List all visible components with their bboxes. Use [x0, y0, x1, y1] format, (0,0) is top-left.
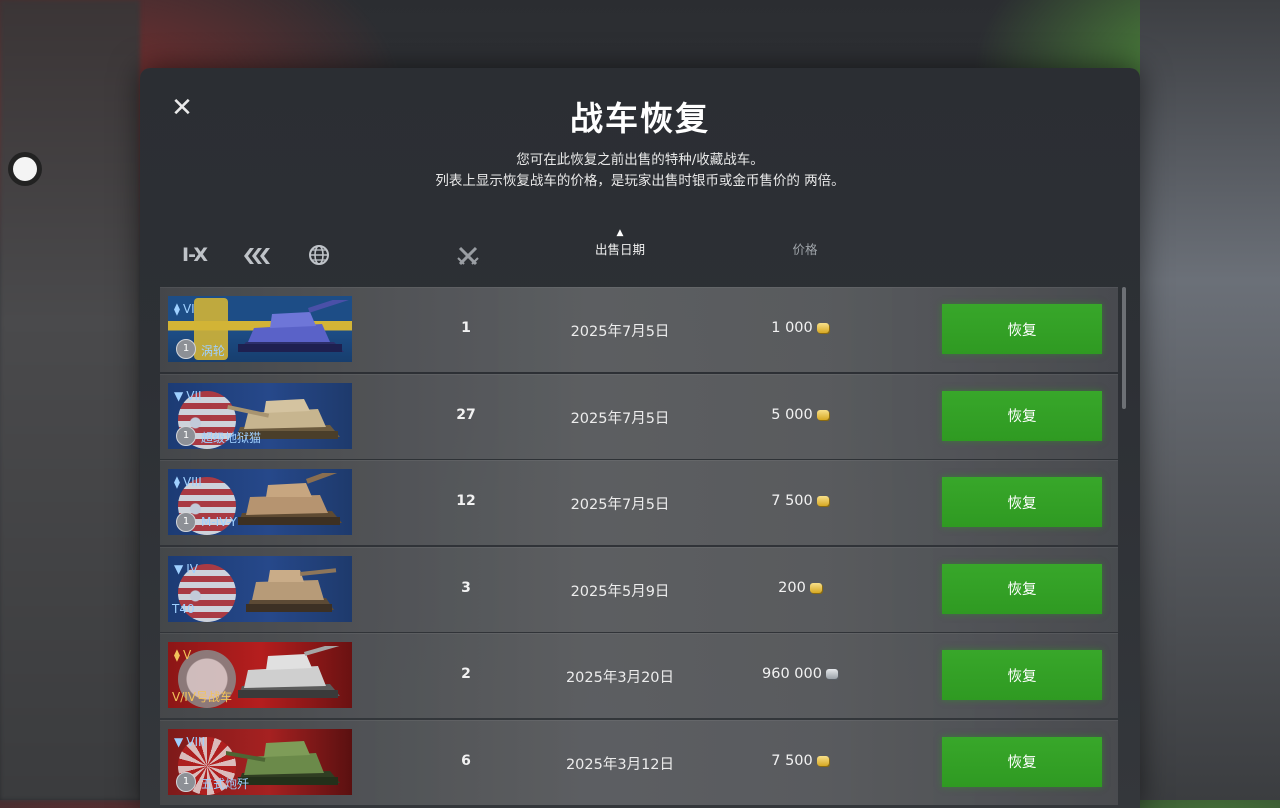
gold-coin-icon: [816, 755, 829, 766]
tier-badge: ▼ VIII: [174, 734, 206, 749]
gold-coin-icon: [816, 409, 829, 420]
silver-coin-icon: [825, 669, 838, 679]
restore-price: 200: [730, 580, 870, 596]
list-scrollbar[interactable]: [1122, 287, 1126, 409]
restore-price: 7 500: [730, 493, 870, 509]
column-sale-date-label: 出售日期: [594, 242, 645, 257]
tank-image: [238, 473, 351, 525]
vehicle-card[interactable]: ⧫ V V/IV号战车: [168, 642, 352, 708]
vehicle-restore-dialog: ✕ 战车恢复 您可在此恢复之前出售的特种/收藏战车。 列表上显示恢复战车的价格，…: [140, 68, 1140, 808]
vehicle-name: V/IV号战车: [172, 690, 233, 704]
restore-button[interactable]: 恢复: [942, 477, 1102, 527]
sale-date: 2025年7月5日: [570, 410, 670, 427]
restore-price: 960 000: [730, 666, 870, 682]
tank-destroyer-icon: ▼: [174, 388, 184, 403]
tank-image: [246, 567, 337, 612]
vehicle-card[interactable]: ▼ VII 1 超级地狱猫: [168, 382, 352, 449]
background-left: [0, 0, 140, 800]
mastery-badge: 1: [176, 339, 196, 359]
tank-image: [238, 646, 352, 698]
crossed-swords-icon[interactable]: [456, 244, 480, 268]
battles-count: 3: [461, 579, 471, 596]
sale-date: 2025年3月12日: [565, 756, 675, 773]
list-item: ▼ VII 1 超级地狱猫 27 2025年7月5日 5 000 恢复: [160, 373, 1118, 459]
side-menu-toggle[interactable]: [8, 152, 42, 186]
vehicle-name: 五式炮歼: [201, 776, 250, 791]
restore-button[interactable]: 恢复: [942, 304, 1102, 354]
gold-coin-icon: [816, 323, 829, 333]
sale-date: 2025年7月5日: [570, 324, 670, 340]
restore-button[interactable]: 恢复: [942, 736, 1102, 787]
battles-count: 1: [461, 320, 471, 336]
mastery-badge: 1: [176, 425, 196, 446]
restore-button[interactable]: 恢复: [942, 563, 1102, 614]
gold-coin-icon: [809, 582, 822, 593]
mastery-badge: 1: [176, 512, 196, 532]
restore-price: 1 000: [730, 320, 870, 336]
sale-date: 2025年7月5日: [570, 497, 670, 513]
vehicle-list: ⧫ VI 1 涡轮 1 2025年7月5日 1 000 恢复 ▼ VII 1 超…: [160, 287, 1118, 806]
description-line-1: 您可在此恢复之前出售的特种/收藏战车。: [516, 152, 764, 168]
list-item: ▼ VIII 1 五式炮歼 6 2025年3月12日 7 500 恢复: [160, 719, 1118, 805]
sort-ascending-icon: ▲: [616, 228, 624, 238]
list-item: ⧫ VI 1 涡轮 1 2025年7月5日 1 000 恢复: [160, 287, 1118, 372]
tier-filter[interactable]: I-X: [182, 244, 212, 266]
vehicle-name: 涡轮: [201, 344, 226, 358]
tank-destroyer-icon: ▼: [174, 734, 184, 749]
vehicle-card[interactable]: ⧫ VIII 1 M-IV-Y: [168, 469, 352, 535]
premium-icon: ⧫: [174, 648, 180, 662]
tier-badge: ⧫ VIII: [174, 475, 202, 489]
vehicle-card[interactable]: ▼ VIII 1 五式炮歼: [168, 728, 352, 795]
tier-badge: ⧫ V: [174, 648, 192, 662]
background-right: [1140, 0, 1280, 800]
restore-price: 7 500: [730, 753, 870, 769]
battles-count: 12: [456, 493, 476, 509]
restore-button[interactable]: 恢复: [942, 650, 1102, 700]
description-line-2: 列表上显示恢复战车的价格，是玩家出售时银币或金币售价的 两倍。: [435, 173, 845, 189]
list-item: ▼ IV T40 3 2025年5月9日 200 恢复: [160, 546, 1118, 632]
mastery-badge: 1: [176, 771, 196, 792]
vehicle-type-icon[interactable]: [242, 244, 274, 266]
battles-count: 6: [461, 752, 471, 769]
vehicle-name: M-IV-Y: [201, 515, 237, 529]
tier-badge: ▼ VII: [174, 388, 202, 403]
dialog-title: 战车恢复: [570, 99, 710, 138]
tier-badge: ▼ IV: [174, 561, 198, 576]
list-item: ⧫ VIII 1 M-IV-Y 12 2025年7月5日 7 500 恢复: [160, 460, 1118, 545]
premium-icon: ⧫: [174, 475, 180, 489]
premium-icon: ⧫: [174, 302, 180, 316]
filter-bar: I-X: [182, 242, 330, 268]
column-price[interactable]: 价格: [770, 239, 840, 258]
vehicle-card[interactable]: ▼ IV T40: [168, 555, 352, 622]
tier-badge: ⧫ VI: [174, 302, 195, 316]
tank-image: [238, 300, 352, 352]
vehicle-name: 超级地狱猫: [201, 430, 262, 445]
globe-icon[interactable]: [308, 244, 330, 266]
vehicle-card[interactable]: ⧫ VI 1 涡轮: [168, 296, 352, 362]
sale-date: 2025年3月20日: [565, 670, 675, 686]
gold-coin-icon: [816, 496, 829, 506]
battles-count: 2: [461, 666, 471, 682]
sale-date: 2025年5月9日: [570, 583, 670, 600]
tank-destroyer-icon: ▼: [174, 561, 184, 576]
dialog-description: 您可在此恢复之前出售的特种/收藏战车。 列表上显示恢复战车的价格，是玩家出售时银…: [140, 150, 1140, 192]
restore-button[interactable]: 恢复: [942, 390, 1102, 441]
list-item: ⧫ V V/IV号战车 2 2025年3月20日 960 000 恢复: [160, 633, 1118, 718]
column-sale-date[interactable]: ▲ 出售日期: [580, 227, 660, 258]
battles-count: 27: [456, 406, 476, 423]
restore-price: 5 000: [730, 407, 870, 423]
vehicle-name: T40: [172, 601, 195, 616]
